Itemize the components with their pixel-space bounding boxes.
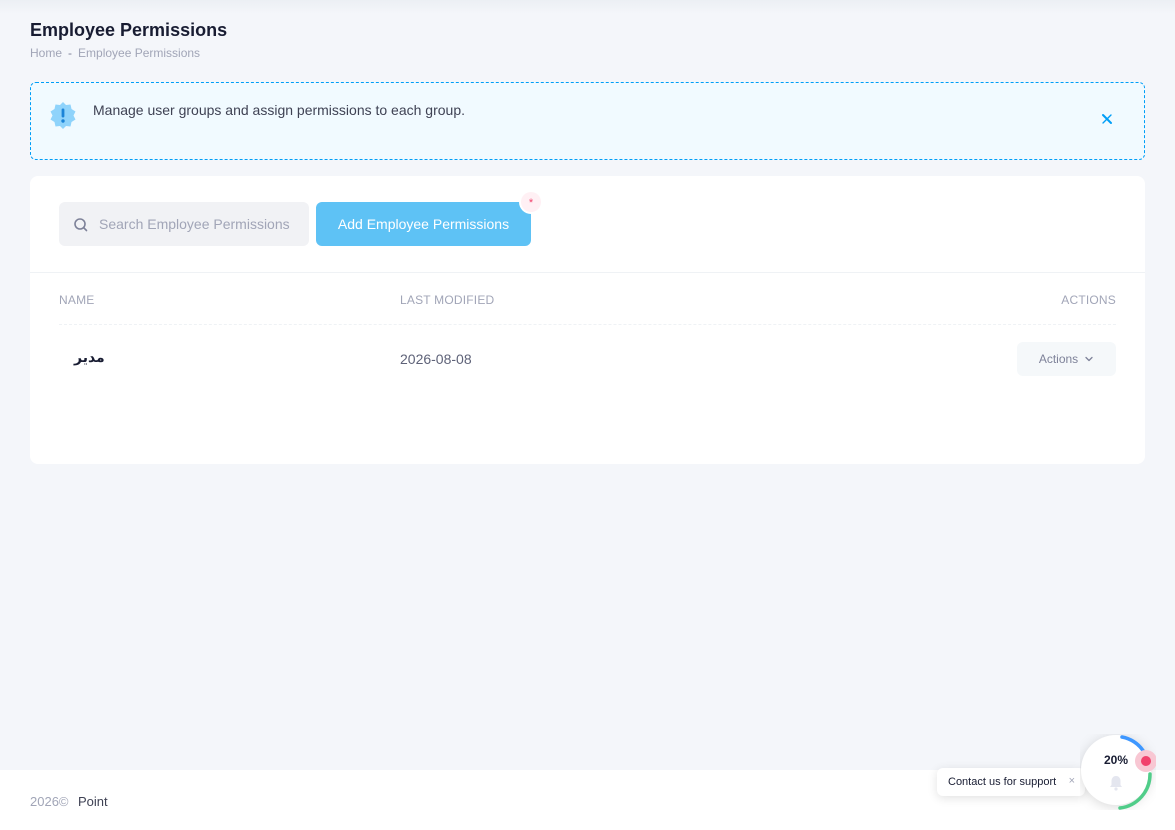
progress-percent: 20% <box>1103 753 1129 767</box>
exclamation-badge-icon <box>50 102 76 129</box>
add-employee-permissions-button[interactable]: Add Employee Permissions <box>316 202 531 246</box>
close-icon[interactable] <box>1100 112 1114 126</box>
search-input[interactable] <box>99 202 304 246</box>
support-label: Contact us for support <box>948 776 1057 788</box>
breadcrumb: Home - Employee Permissions <box>30 46 200 60</box>
top-shade <box>0 0 1175 14</box>
support-close-icon[interactable]: × <box>1069 775 1075 787</box>
row-last-modified: 2026-08-08 <box>400 351 472 367</box>
notice-text: Manage user groups and assign permission… <box>93 102 465 118</box>
add-button-badge: * <box>521 192 541 212</box>
column-header-last-modified: LAST MODIFIED <box>400 293 495 307</box>
breadcrumb-separator: - <box>68 46 73 60</box>
card-divider <box>30 272 1145 273</box>
row-name: مدير <box>74 350 105 366</box>
footer-year: 2026© <box>30 794 69 809</box>
column-header-name: NAME <box>59 293 95 307</box>
row-actions-button[interactable]: Actions <box>1017 342 1116 376</box>
table-header-separator <box>59 324 1116 325</box>
actions-label: Actions <box>1038 352 1079 366</box>
column-header-actions: ACTIONS <box>1061 293 1116 307</box>
bell-icon <box>1110 776 1122 791</box>
permissions-card: Add Employee Permissions * NAME LAST MOD… <box>30 176 1145 464</box>
page-title: Employee Permissions <box>30 20 228 40</box>
search-icon <box>74 218 88 232</box>
search-box <box>59 202 309 246</box>
progress-ring <box>1081 735 1157 810</box>
progress-widget[interactable]: 20% <box>1080 734 1157 810</box>
footer-brand-link[interactable]: Point <box>78 794 108 809</box>
breadcrumb-home[interactable]: Home <box>30 46 62 60</box>
breadcrumb-current: Employee Permissions <box>78 46 201 60</box>
chevron-down-icon <box>1085 356 1093 362</box>
info-notice: Manage user groups and assign permission… <box>30 82 1145 160</box>
support-tooltip[interactable]: Contact us for support × <box>937 768 1085 796</box>
